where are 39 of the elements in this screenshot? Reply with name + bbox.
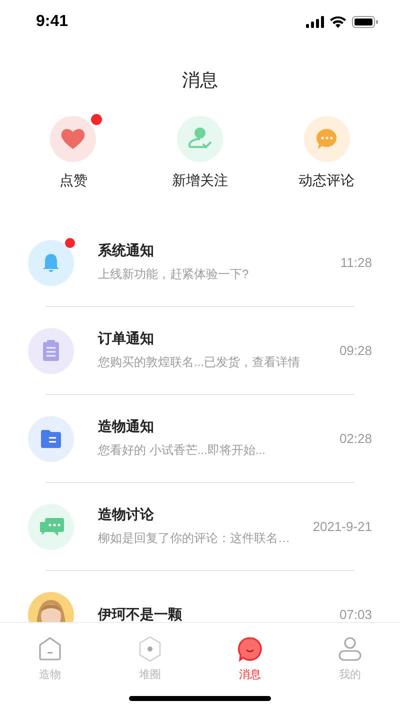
user-check-icon [188, 128, 212, 148]
quick-action-label: 点赞 [59, 172, 88, 190]
heart-icon [62, 129, 85, 149]
house-icon [36, 635, 64, 663]
message-preview: 上线新功能，赶紧体验一下? [98, 266, 250, 283]
quick-action-label: 新增关注 [172, 172, 228, 190]
tab-button[interactable]: 我的 [315, 635, 385, 682]
message-time: 07:03 [339, 607, 372, 622]
clipboard-icon [28, 328, 74, 374]
chat-bubbles-icon [28, 504, 74, 550]
message-time: 11:28 [340, 255, 372, 270]
message-title: 系统通知 [98, 242, 155, 260]
tab-button[interactable]: 堆圈 [115, 635, 185, 682]
message-preview: 您看好的 小试香芒...即将开始... [98, 442, 266, 459]
message-title: 造物通知 [98, 418, 155, 436]
wifi-icon [330, 16, 346, 28]
message-preview: 柳如是回复了你的评论：这件联名… [98, 530, 291, 547]
bell-icon [28, 240, 74, 286]
folder-icon [28, 416, 74, 462]
battery-icon [352, 16, 378, 28]
tab-button[interactable]: 消息 [215, 635, 285, 682]
quick-action-button[interactable] [176, 116, 223, 162]
signal-icon [306, 16, 324, 28]
quick-action-button[interactable] [50, 116, 96, 162]
quick-action-label: 动态评论 [298, 172, 355, 190]
person-icon [336, 635, 364, 663]
status-time: 9:41 [36, 13, 68, 31]
chat-bubble-icon [316, 129, 336, 149]
message-time: 2021-9-21 [312, 519, 372, 534]
chat-bubble-icon [236, 635, 264, 663]
message-title: 订单通知 [98, 330, 155, 348]
message-preview: 您购买的敦煌联名...已发货，查看详情 [98, 354, 302, 371]
message-title: 造物讨论 [98, 506, 155, 524]
tab-button[interactable]: 造物 [15, 635, 85, 682]
message-title: 伊珂不是一颗 [98, 606, 183, 622]
page-title: 消息 [182, 69, 218, 92]
message-time: 09:28 [339, 343, 372, 358]
message-time: 02:28 [339, 431, 372, 446]
quick-action-button[interactable] [304, 116, 350, 162]
